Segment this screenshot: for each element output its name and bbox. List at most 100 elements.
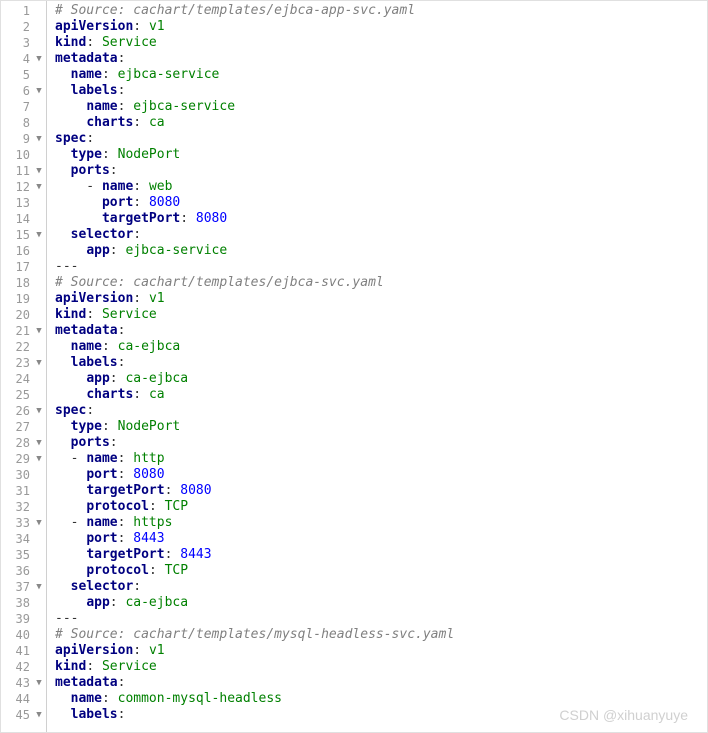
token-key: app	[86, 371, 109, 386]
gutter-line: 3	[1, 35, 46, 51]
line-number: 33	[10, 515, 34, 531]
code-line[interactable]: labels:	[55, 83, 707, 99]
gutter-line: 40	[1, 627, 46, 643]
code-line[interactable]: selector:	[55, 579, 707, 595]
token-string: NodePort	[118, 147, 181, 162]
code-line[interactable]: port: 8443	[55, 531, 707, 547]
code-line[interactable]: spec:	[55, 403, 707, 419]
code-line[interactable]: port: 8080	[55, 195, 707, 211]
code-line[interactable]: - name: https	[55, 515, 707, 531]
code-line[interactable]: targetPort: 8080	[55, 483, 707, 499]
line-number: 29	[10, 451, 34, 467]
code-line[interactable]: metadata:	[55, 675, 707, 691]
code-line[interactable]: name: ejbca-service	[55, 67, 707, 83]
fold-toggle-icon[interactable]: ▼	[34, 707, 44, 723]
token-plain	[55, 211, 102, 226]
code-line[interactable]: app: ca-ejbca	[55, 371, 707, 387]
line-number: 10	[10, 147, 34, 163]
fold-toggle-icon[interactable]: ▼	[34, 227, 44, 243]
gutter-line: 29▼	[1, 451, 46, 467]
code-line[interactable]: - name: web	[55, 179, 707, 195]
token-plain	[55, 355, 71, 370]
code-line[interactable]: name: ejbca-service	[55, 99, 707, 115]
code-line[interactable]: protocol: TCP	[55, 499, 707, 515]
code-line[interactable]: selector:	[55, 227, 707, 243]
token-key: kind	[55, 659, 86, 674]
token-plain	[55, 163, 71, 178]
code-line[interactable]: apiVersion: v1	[55, 19, 707, 35]
code-line[interactable]: app: ejbca-service	[55, 243, 707, 259]
code-area[interactable]: # Source: cachart/templates/ejbca-app-sv…	[47, 1, 707, 732]
fold-toggle-icon[interactable]: ▼	[34, 83, 44, 99]
code-line[interactable]: ---	[55, 259, 707, 275]
code-line[interactable]: targetPort: 8443	[55, 547, 707, 563]
code-line[interactable]: type: NodePort	[55, 419, 707, 435]
code-line[interactable]: apiVersion: v1	[55, 643, 707, 659]
fold-toggle-icon[interactable]: ▼	[34, 579, 44, 595]
token-string: Service	[102, 35, 157, 50]
code-line[interactable]: ports:	[55, 163, 707, 179]
line-number: 27	[10, 419, 34, 435]
gutter-line: 14	[1, 211, 46, 227]
token-string: ca-ejbca	[118, 339, 181, 354]
code-line[interactable]: kind: Service	[55, 35, 707, 51]
line-number: 24	[10, 371, 34, 387]
code-line[interactable]: name: common-mysql-headless	[55, 691, 707, 707]
line-number: 1	[10, 3, 34, 19]
code-line[interactable]: labels:	[55, 355, 707, 371]
token-colon: :	[118, 675, 126, 690]
token-key: selector	[71, 579, 134, 594]
fold-toggle-icon[interactable]: ▼	[34, 131, 44, 147]
token-colon: :	[133, 195, 149, 210]
gutter-line: 18	[1, 275, 46, 291]
code-line[interactable]: metadata:	[55, 51, 707, 67]
token-colon: :	[110, 595, 126, 610]
code-line[interactable]: name: ca-ejbca	[55, 339, 707, 355]
fold-toggle-icon[interactable]: ▼	[34, 435, 44, 451]
line-number: 34	[10, 531, 34, 547]
code-line[interactable]: ports:	[55, 435, 707, 451]
code-line[interactable]: # Source: cachart/templates/ejbca-app-sv…	[55, 3, 707, 19]
code-line[interactable]: ---	[55, 611, 707, 627]
token-key: app	[86, 595, 109, 610]
code-line[interactable]: kind: Service	[55, 307, 707, 323]
token-string: Service	[102, 659, 157, 674]
fold-toggle-icon[interactable]: ▼	[34, 515, 44, 531]
code-line[interactable]: metadata:	[55, 323, 707, 339]
code-line[interactable]: targetPort: 8080	[55, 211, 707, 227]
code-line[interactable]: - name: http	[55, 451, 707, 467]
code-line[interactable]: app: ca-ejbca	[55, 595, 707, 611]
fold-toggle-icon[interactable]: ▼	[34, 675, 44, 691]
code-line[interactable]: port: 8080	[55, 467, 707, 483]
fold-toggle-icon[interactable]: ▼	[34, 163, 44, 179]
fold-toggle-icon[interactable]: ▼	[34, 179, 44, 195]
fold-toggle-icon[interactable]: ▼	[34, 323, 44, 339]
token-string: ca-ejbca	[125, 371, 188, 386]
code-line[interactable]: type: NodePort	[55, 147, 707, 163]
gutter-line: 24	[1, 371, 46, 387]
token-plain	[55, 99, 86, 114]
gutter-line: 21▼	[1, 323, 46, 339]
token-key: name	[71, 691, 102, 706]
token-plain	[55, 83, 71, 98]
code-line[interactable]: protocol: TCP	[55, 563, 707, 579]
fold-toggle-icon[interactable]: ▼	[34, 403, 44, 419]
code-line[interactable]: labels:	[55, 707, 707, 723]
code-line[interactable]: spec:	[55, 131, 707, 147]
code-line[interactable]: apiVersion: v1	[55, 291, 707, 307]
code-line[interactable]: # Source: cachart/templates/ejbca-svc.ya…	[55, 275, 707, 291]
fold-toggle-icon[interactable]: ▼	[34, 355, 44, 371]
code-line[interactable]: charts: ca	[55, 387, 707, 403]
token-key: kind	[55, 35, 86, 50]
token-colon: :	[133, 579, 141, 594]
gutter-line: 2	[1, 19, 46, 35]
token-string: TCP	[165, 499, 188, 514]
code-line[interactable]: # Source: cachart/templates/mysql-headle…	[55, 627, 707, 643]
fold-toggle-icon[interactable]: ▼	[34, 51, 44, 67]
line-number: 16	[10, 243, 34, 259]
line-number: 21	[10, 323, 34, 339]
line-number: 8	[10, 115, 34, 131]
code-line[interactable]: charts: ca	[55, 115, 707, 131]
fold-toggle-icon[interactable]: ▼	[34, 451, 44, 467]
code-line[interactable]: kind: Service	[55, 659, 707, 675]
